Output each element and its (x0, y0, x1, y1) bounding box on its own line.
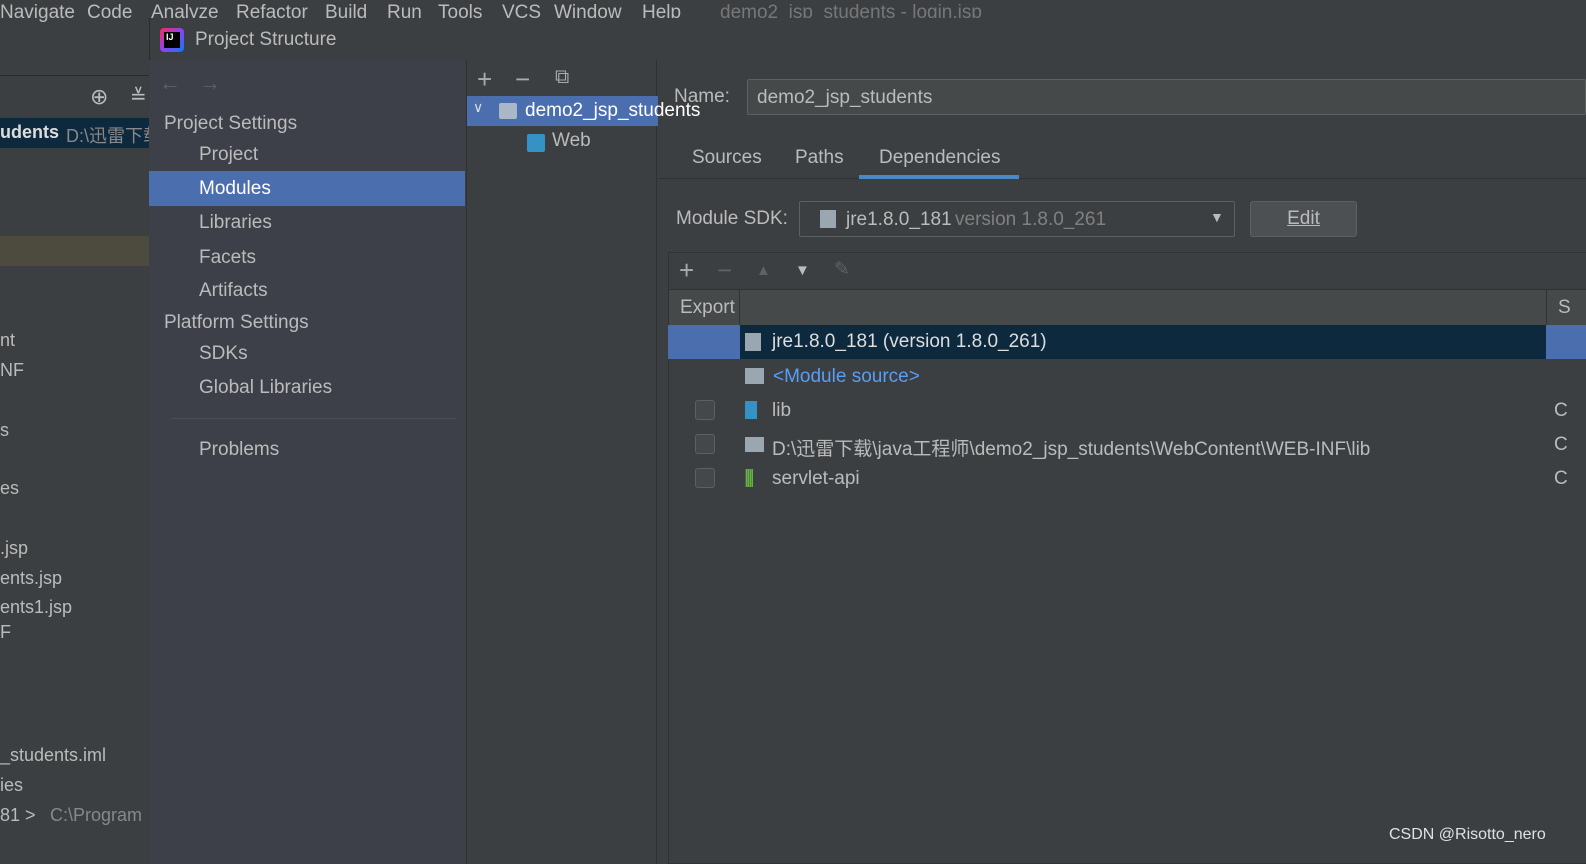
module-folder-icon (499, 103, 517, 119)
table-row[interactable]: |||| servlet-api C (668, 462, 1586, 496)
folder-icon (745, 437, 764, 452)
tree-item[interactable]: ies (0, 775, 23, 796)
nav-modules-label: Modules (199, 178, 271, 199)
tree-item-web[interactable]: Web (552, 130, 591, 152)
module-sdk-label: Module SDK: (676, 208, 788, 229)
tab-sources[interactable]: Sources (692, 147, 762, 169)
module-source-icon (745, 368, 764, 384)
menu-code[interactable]: Code (87, 2, 132, 24)
back-arrow-icon[interactable]: ← (159, 70, 181, 96)
tree-item[interactable]: ents.jsp (0, 568, 62, 589)
settings-sidebar: ← → Project Settings Project Modules Lib… (149, 60, 465, 864)
divider (171, 418, 456, 419)
name-label: Name: (674, 86, 730, 107)
active-tab-indicator (859, 175, 1019, 179)
project-tool-window: ⊕ ≚ udents D:\迅雷下载 nt NF s es .jsp ents.… (0, 26, 161, 864)
project-root-path: D:\迅雷下载 (66, 126, 162, 146)
tree-item[interactable]: nt (0, 330, 15, 351)
move-up-icon[interactable]: ▲ (756, 262, 771, 279)
dependency-scope[interactable]: C (1554, 468, 1568, 490)
sdk-value: jre1.8.0_181 (846, 209, 952, 230)
forward-arrow-icon[interactable]: → (199, 70, 221, 96)
jdk-icon (820, 210, 836, 228)
tree-item-module[interactable]: ∨ demo2_jsp_students (467, 96, 700, 126)
dependency-name: <Module source> (773, 366, 920, 387)
tree-item[interactable]: _students.iml (0, 745, 106, 766)
add-dependency-icon[interactable]: + (679, 255, 694, 286)
tree-item[interactable]: es (0, 478, 19, 499)
menu-navigate[interactable]: Navigate (0, 2, 75, 24)
tree-item[interactable]: s (0, 420, 9, 441)
module-sdk-select[interactable]: jre1.8.0_181 version 1.8.0_261 ▼ (799, 201, 1235, 237)
collapse-icon[interactable]: ≚ (130, 84, 147, 109)
name-value: demo2_jsp_students (757, 87, 933, 108)
library-bars-icon: |||| (744, 467, 755, 488)
dependency-name: jre1.8.0_181 (version 1.8.0_261) (772, 331, 1047, 352)
dialog-title: Project Structure (195, 29, 337, 50)
table-row[interactable]: D:\迅雷下载\java工程师\demo2_jsp_students\WebCo… (668, 428, 1586, 462)
library-icon (745, 401, 757, 419)
export-checkbox[interactable] (695, 468, 715, 488)
dependency-scope[interactable]: C (1554, 400, 1568, 422)
remove-icon[interactable]: − (515, 64, 530, 95)
jdk-icon (745, 333, 761, 351)
nav-modules[interactable]: Modules (149, 171, 465, 206)
name-input[interactable]: demo2_jsp_students (747, 79, 1586, 115)
column-scope[interactable]: S (1558, 297, 1571, 319)
table-row[interactable]: lib C (668, 394, 1586, 428)
copy-icon[interactable]: ⧉ (555, 66, 569, 89)
tree-item[interactable]: NF (0, 360, 24, 381)
tree-item[interactable]: .jsp (0, 538, 28, 559)
tree-item[interactable]: ents1.jsp (0, 597, 72, 618)
nav-facets[interactable]: Facets (199, 247, 256, 269)
edit-pencil-icon[interactable]: ✎ (834, 258, 850, 281)
watermark: CSDN @Risotto_nero (1389, 826, 1546, 843)
nav-global-libraries[interactable]: Global Libraries (199, 377, 332, 399)
section-project-settings: Project Settings (164, 113, 298, 134)
tab-dependencies[interactable]: Dependencies (879, 147, 1000, 169)
dependency-name: D:\迅雷下载\java工程师\demo2_jsp_students\WebCo… (772, 439, 1371, 460)
nav-sdks[interactable]: SDKs (199, 343, 248, 365)
table-row[interactable]: <Module source> (668, 360, 1586, 394)
add-icon[interactable]: + (477, 64, 492, 95)
chevron-down-icon[interactable]: ∨ (473, 99, 483, 116)
tree-item[interactable]: 81 > (0, 805, 36, 826)
module-tree: + − ⧉ ∨ demo2_jsp_students Web (466, 60, 700, 864)
nav-artifacts[interactable]: Artifacts (199, 280, 268, 302)
export-checkbox[interactable] (695, 434, 715, 454)
sdk-path: C:\Program (50, 805, 143, 825)
export-checkbox[interactable] (695, 400, 715, 420)
tree-item[interactable]: F (0, 622, 11, 643)
table-row[interactable]: jre1.8.0_181 (version 1.8.0_261) (668, 325, 1586, 359)
move-down-icon[interactable]: ▼ (795, 262, 810, 279)
intellij-logo-icon: IJ (160, 28, 184, 52)
dropdown-arrow-icon: ▼ (1210, 209, 1224, 225)
dependency-name: lib (772, 400, 792, 421)
column-export[interactable]: Export (680, 297, 735, 319)
dependency-name: servlet-api (772, 468, 860, 489)
section-platform-settings: Platform Settings (164, 312, 309, 333)
web-facet-icon (527, 134, 545, 152)
nav-libraries[interactable]: Libraries (199, 212, 272, 234)
tab-paths[interactable]: Paths (795, 147, 844, 169)
project-root-label[interactable]: udents (0, 122, 59, 143)
edit-sdk-button[interactable]: Edit (1250, 201, 1357, 237)
sdk-version: version 1.8.0_261 (955, 209, 1107, 230)
remove-dependency-icon[interactable]: − (717, 255, 732, 286)
nav-problems[interactable]: Problems (199, 439, 279, 461)
table-header: Export S (669, 289, 1586, 327)
dependency-scope[interactable]: C (1554, 434, 1568, 456)
nav-project[interactable]: Project (199, 144, 258, 166)
locate-icon[interactable]: ⊕ (90, 84, 108, 110)
